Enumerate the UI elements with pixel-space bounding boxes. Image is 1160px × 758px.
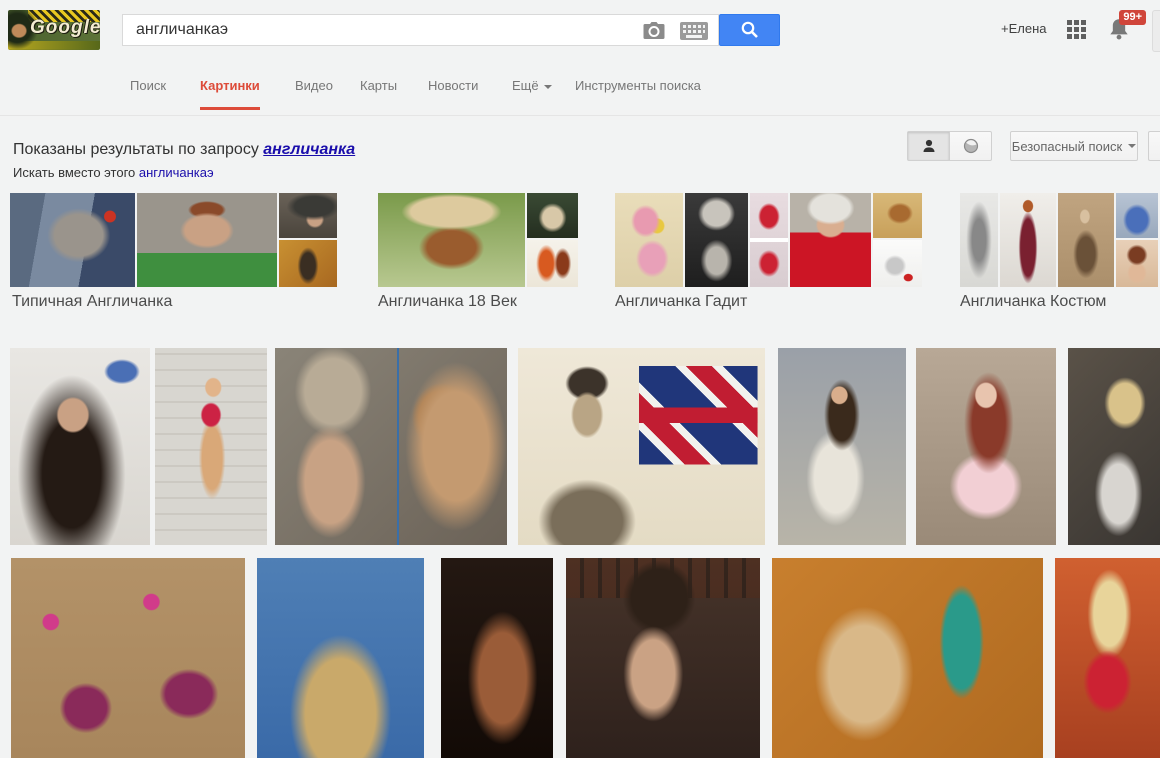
image-result-thumb[interactable] — [275, 348, 507, 545]
image-result-thumb[interactable] — [11, 558, 245, 758]
image-result-thumb[interactable] — [916, 348, 1056, 545]
image-result-thumb[interactable] — [155, 348, 267, 545]
image-result-thumb[interactable] — [441, 558, 553, 758]
image-result-thumb[interactable] — [772, 558, 1043, 758]
image-result-thumb[interactable] — [257, 558, 424, 758]
image-result-thumb[interactable] — [10, 348, 150, 545]
image-grid — [0, 0, 1160, 635]
image-result-thumb[interactable] — [518, 348, 765, 545]
image-result-thumb[interactable] — [1068, 348, 1160, 545]
image-result-thumb[interactable] — [778, 348, 906, 545]
image-result-thumb[interactable] — [1055, 558, 1160, 758]
image-result-thumb[interactable] — [566, 558, 760, 758]
